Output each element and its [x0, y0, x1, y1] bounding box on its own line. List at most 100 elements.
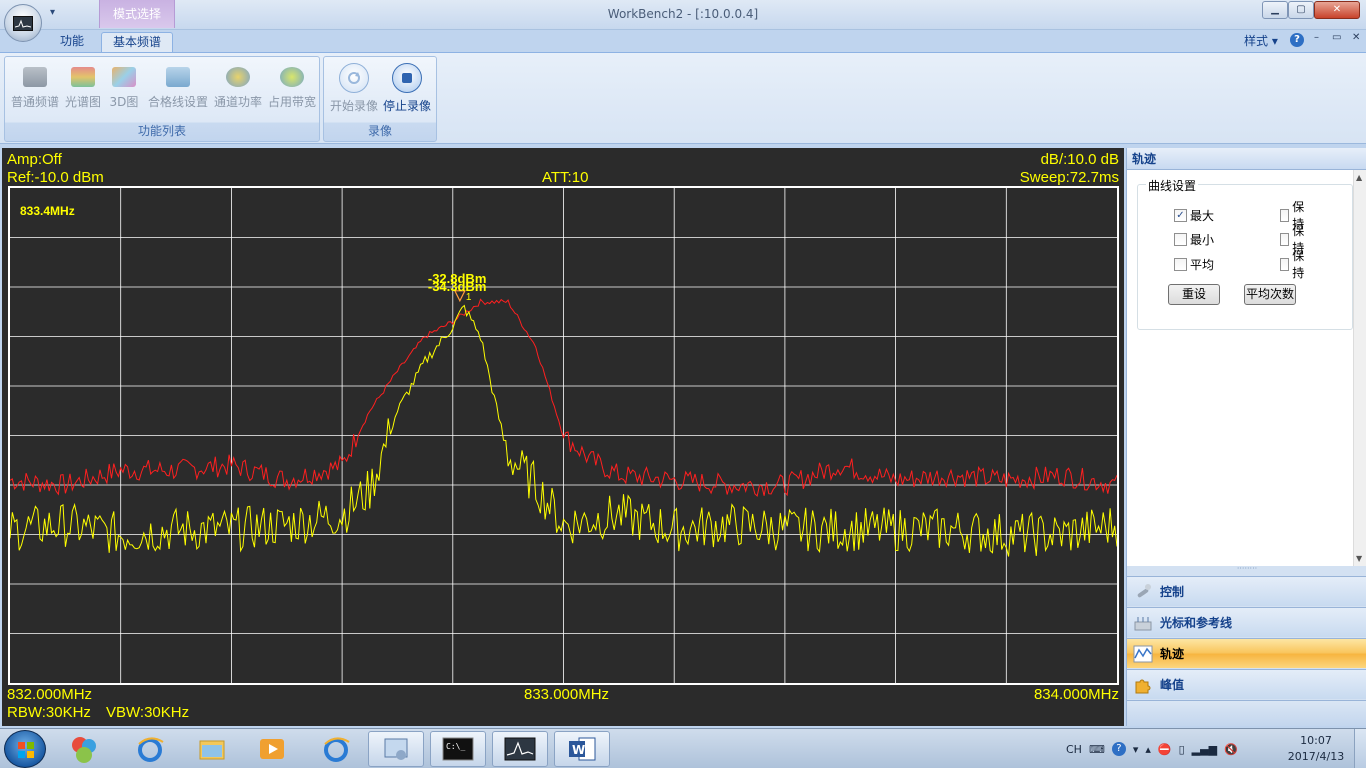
analyzer-app-icon — [504, 737, 536, 761]
window-title: WorkBench2 - [:10.0.0.4] — [607, 7, 759, 21]
recording-group-label: 录像 — [367, 124, 392, 138]
avg-hold-option: 保持 — [1280, 247, 1308, 281]
taskbar-paint-app[interactable] — [56, 731, 112, 767]
svg-text:W: W — [572, 743, 585, 757]
taskbar-ie-2[interactable] — [308, 731, 364, 767]
center-frequency: 833.000MHz — [524, 686, 610, 703]
network-error-icon[interactable]: ⛔ — [1158, 743, 1172, 756]
spectrogram-icon — [71, 67, 95, 87]
start-button[interactable] — [4, 730, 46, 768]
help-tray-icon[interactable]: ? — [1111, 742, 1126, 756]
start-recording-button[interactable]: 开始录像 — [328, 63, 380, 114]
wrench-icon — [1137, 583, 1151, 597]
language-indicator[interactable]: CH — [1066, 743, 1082, 756]
average-count-button[interactable]: 平均次数 — [1244, 284, 1296, 305]
mdi-minimize-button[interactable]: – — [1314, 32, 1319, 43]
avg-hold-checkbox[interactable] — [1280, 257, 1290, 271]
stop-icon — [392, 63, 422, 93]
clock-date: 2017/4/13 — [1287, 750, 1345, 763]
limit-line-button[interactable]: 合格线设置 — [145, 63, 211, 110]
close-button[interactable]: ✕ — [1314, 1, 1360, 19]
app-menu-button[interactable] — [4, 4, 42, 42]
maximize-button[interactable]: ▢ — [1288, 1, 1314, 19]
scale-readout: dB/:10.0 dB — [1040, 151, 1119, 168]
taskbar-ie[interactable] — [122, 731, 178, 767]
mdi-restore-button[interactable]: ▭ — [1332, 32, 1341, 43]
signal-icon[interactable]: ▂▄▆ — [1192, 743, 1217, 756]
3d-chart-label: 3D图 — [109, 95, 139, 109]
command-prompt-icon: C:\_ — [442, 737, 474, 761]
trace-avg-row: 平均 保持 — [1174, 249, 1304, 280]
taskbar-media-player[interactable] — [244, 731, 300, 767]
nav-cursor-reference-label: 光标和参考线 — [1160, 616, 1233, 630]
stop-frequency: 834.000MHz — [1033, 686, 1119, 703]
taskbar: C:\_ W CH ⌨ ? ▾ ▴ ⛔ ▯ ▂▄▆ 🔇 10:07 2017/4… — [0, 728, 1366, 768]
nav-peak-label: 峰值 — [1160, 678, 1185, 692]
tray-options-icon[interactable]: ▾ — [1133, 743, 1139, 756]
windows-logo-icon — [18, 742, 34, 758]
channel-power-button[interactable]: 通道功率 — [211, 63, 265, 110]
nav-cursor-reference[interactable]: 光标和参考线 — [1127, 607, 1366, 637]
taskbar-cmd[interactable]: C:\_ — [430, 731, 486, 767]
control-panel-icon — [384, 738, 408, 760]
battery-icon[interactable]: ▯ — [1179, 743, 1185, 756]
nav-peak[interactable]: 峰值 — [1127, 669, 1366, 699]
spectrogram-button[interactable]: 光谱图 — [61, 63, 105, 110]
refresh-icon — [339, 63, 369, 93]
avg-checkbox[interactable] — [1174, 257, 1187, 271]
nav-trace[interactable]: 轨迹 — [1127, 638, 1366, 668]
grid — [10, 188, 1117, 683]
channel-power-icon — [226, 67, 250, 87]
system-tray: CH ⌨ ? ▾ ▴ ⛔ ▯ ▂▄▆ 🔇 — [1066, 739, 1238, 759]
internet-explorer-icon — [324, 737, 350, 762]
taskbar-workbench[interactable] — [492, 731, 548, 767]
trace-icon — [1133, 645, 1153, 662]
show-hidden-icons-icon[interactable]: ▴ — [1145, 743, 1151, 756]
max-checkbox[interactable]: ✓ — [1174, 208, 1187, 222]
clock[interactable]: 10:07 2017/4/13 — [1284, 733, 1348, 765]
panel-scrollbar[interactable]: ▲ ▼ — [1353, 170, 1366, 566]
nav-control[interactable]: 控制 — [1127, 576, 1366, 606]
amp-readout: Amp:Off — [7, 151, 62, 168]
tab-function[interactable]: 功能 — [52, 32, 92, 53]
internet-explorer-icon — [138, 737, 164, 762]
reset-button[interactable]: 重设 — [1168, 284, 1220, 305]
volume-muted-icon[interactable]: 🔇 — [1224, 743, 1238, 756]
taskbar-control-panel[interactable] — [368, 731, 424, 767]
marker-number: 1 — [466, 292, 472, 303]
puzzle-icon — [1135, 679, 1151, 693]
taskbar-word[interactable]: W — [554, 731, 610, 767]
min-checkbox[interactable] — [1174, 232, 1187, 246]
show-desktop-button[interactable] — [1354, 729, 1366, 768]
3d-chart-icon — [112, 67, 136, 87]
normal-spectrum-button[interactable]: 普通频谱 — [9, 63, 61, 110]
curve-settings-group: 曲线设置 ✓ 最大 保持 最小 保持 平均 保持 重设 平均次数 — [1137, 177, 1353, 330]
rbw-readout: RBW:30KHz — [7, 704, 91, 721]
right-panel: 轨迹 曲线设置 ✓ 最大 保持 最小 保持 平均 保持 重设 平均次数 ▲ ▼ … — [1126, 148, 1366, 726]
scroll-down-icon[interactable]: ▼ — [1356, 554, 1362, 563]
ribbon-tab-bar: 功能 基本频谱 — [0, 30, 1366, 53]
marker-frequency: 833.4MHz — [20, 204, 75, 218]
keyboard-icon[interactable]: ⌨ — [1089, 743, 1105, 756]
panel-splitter[interactable]: ········ — [1127, 565, 1366, 574]
limit-line-icon — [166, 67, 190, 87]
folder-icon — [199, 740, 225, 760]
max-label: 最大 — [1190, 208, 1215, 223]
taskbar-explorer[interactable] — [184, 731, 240, 767]
start-recording-label: 开始录像 — [329, 99, 378, 113]
occupied-bandwidth-button[interactable]: 占用带宽 — [265, 63, 319, 110]
stop-recording-button[interactable]: 停止录像 — [380, 63, 434, 114]
spectrum-display: Amp:Off Ref:-10.0 dBm ATT:10 dB/:10.0 dB… — [2, 148, 1124, 726]
peak-marker[interactable]: -32.8dBm -34.3dBm 1 — [428, 271, 487, 303]
minimize-button[interactable]: ▁ — [1262, 1, 1288, 19]
3d-chart-button[interactable]: 3D图 — [105, 63, 143, 110]
max-hold-checkbox[interactable] — [1280, 208, 1290, 222]
tab-basic-spectrum[interactable]: 基本频谱 — [101, 32, 173, 53]
help-icon[interactable]: ? — [1290, 33, 1304, 47]
min-hold-checkbox[interactable] — [1280, 232, 1290, 246]
scroll-up-icon[interactable]: ▲ — [1356, 173, 1362, 182]
spectrum-plot[interactable]: -32.8dBm -34.3dBm 1 833.4MHz — [8, 186, 1119, 685]
mdi-close-button[interactable]: ✕ — [1352, 32, 1360, 43]
quick-access-dropdown-icon[interactable]: ▾ — [50, 7, 55, 18]
style-menu[interactable]: 样式 ▾ — [1244, 32, 1278, 49]
